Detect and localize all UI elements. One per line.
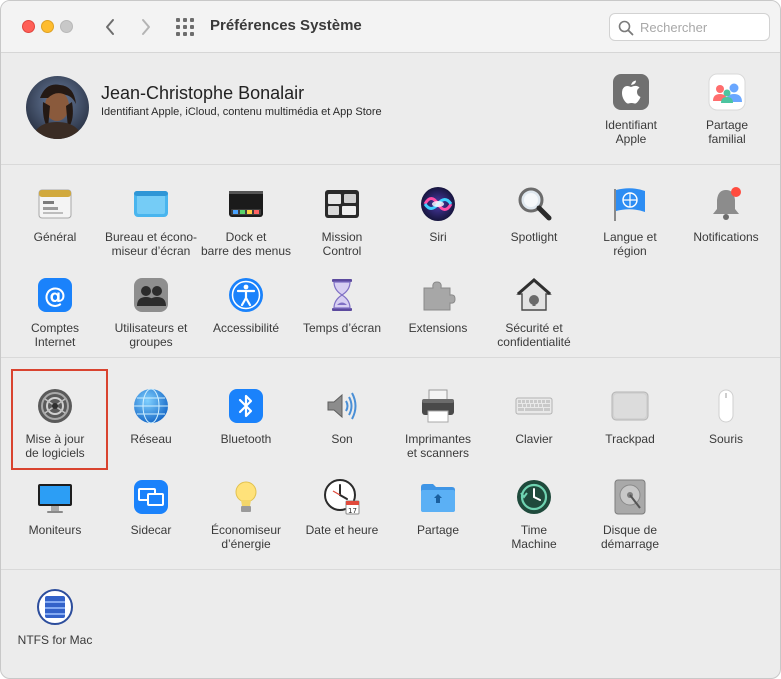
mouse-icon <box>718 389 734 423</box>
sharing-icon <box>421 484 455 512</box>
window-title: Préférences Système <box>210 17 362 34</box>
users-groups-icon <box>134 278 168 312</box>
zoom-window-button[interactable] <box>60 20 73 33</box>
family-sharing-icon <box>708 73 746 111</box>
minimize-window-button[interactable] <box>41 20 54 33</box>
desktop-screensaver-icon <box>134 191 168 217</box>
preferences-section-other: NTFS for Mac <box>1 571 780 678</box>
preferences-section-personal: Général Bureau et écono- miseur d’écran … <box>1 166 780 358</box>
svg-text:@: @ <box>44 284 66 309</box>
trackpad-icon <box>611 391 649 421</box>
spotlight-icon <box>518 187 552 221</box>
general-icon <box>38 189 72 219</box>
bluetooth-icon <box>229 389 263 423</box>
extensions-icon <box>423 281 456 311</box>
printers-scanners-icon <box>422 389 454 423</box>
user-subtitle: Identifiant Apple, iCloud, contenu multi… <box>101 106 382 118</box>
mission-control-icon <box>325 190 359 218</box>
network-icon <box>134 388 168 424</box>
software-update-icon <box>38 389 72 423</box>
sound-icon <box>327 392 357 420</box>
avatar[interactable] <box>26 76 89 139</box>
search-input[interactable] <box>640 18 764 37</box>
user-name: Jean-Christophe Bonalair <box>101 83 305 103</box>
energy-saver-icon <box>235 481 257 512</box>
svg-text:17: 17 <box>348 507 357 515</box>
accessibility-icon <box>229 278 263 312</box>
search-icon <box>618 20 634 36</box>
time-machine-icon <box>517 480 551 514</box>
apple-account-header: Jean-Christophe Bonalair Identifiant App… <box>1 54 780 165</box>
dock-menubar-icon <box>229 191 263 217</box>
startup-disk-icon <box>614 479 646 515</box>
date-time-icon: 17 <box>324 479 360 515</box>
language-region-icon <box>614 188 645 221</box>
notifications-icon <box>713 187 741 220</box>
ntfs-for-mac-icon <box>37 589 73 625</box>
security-privacy-icon <box>516 278 552 311</box>
screen-time-icon <box>332 279 352 311</box>
show-all-grid-button[interactable] <box>176 18 194 36</box>
preferences-section-hardware: Mise à jour de logiciels Réseau Bluetoot… <box>1 359 780 570</box>
internet-accounts-icon: @ <box>38 278 72 312</box>
title-bar: Préférences Système <box>1 1 780 53</box>
system-preferences-window: Préférences Système Rechercher Jean-Chri… <box>0 0 781 679</box>
siri-icon <box>421 187 455 221</box>
chevron-right-icon <box>142 19 150 35</box>
close-window-button[interactable] <box>22 20 35 33</box>
keyboard-icon <box>515 397 553 415</box>
sidecar-icon <box>134 480 168 514</box>
apple-id-icon <box>613 74 649 110</box>
chevron-left-icon <box>106 19 114 35</box>
search-field[interactable] <box>609 13 770 41</box>
displays-icon <box>38 484 72 513</box>
forward-button[interactable] <box>135 15 157 39</box>
back-button[interactable] <box>99 15 121 39</box>
